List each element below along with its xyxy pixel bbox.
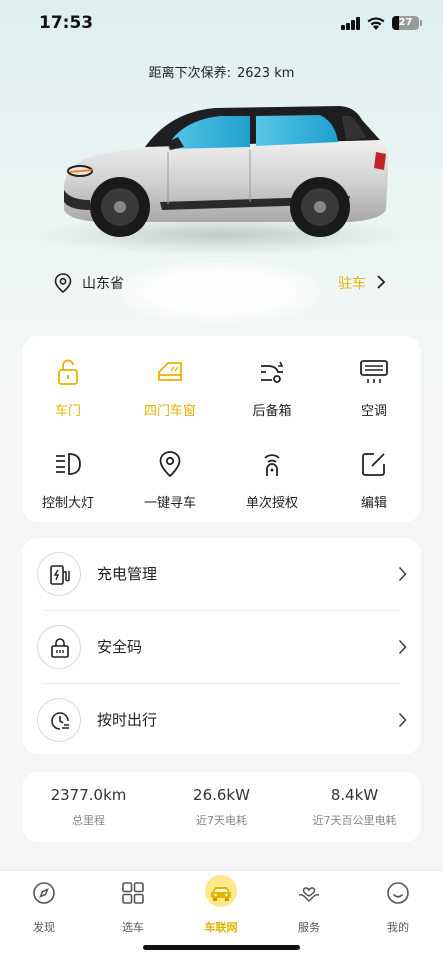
maintenance-label: 距离下次保养: [148,66,231,81]
parking-action[interactable]: 驻车 [338,273,366,293]
control-trunk[interactable]: 后备箱 [226,358,318,430]
stat-value: 2377.0km [50,786,127,804]
tab-mine[interactable]: 我的 [358,881,438,937]
tab-label: 发现 [33,921,55,934]
menu-item-scheduled-trip[interactable]: 按时出行 [22,684,421,756]
menu-icon-circle [37,625,81,669]
chevron-right-icon [377,275,386,289]
headlight-icon [56,453,81,475]
cellular-signal-icon [341,17,361,30]
charging-station-icon [50,565,70,585]
menu-icon-circle [37,552,81,596]
control-authorize[interactable]: 单次授权 [226,450,318,522]
car-window-icon [158,362,182,381]
unlock-icon [58,359,78,385]
stat-value: 26.6kW [193,786,250,804]
wifi-icon [367,17,385,30]
control-door-label: 车门 [54,404,81,419]
home-indicator[interactable] [143,945,300,950]
control-door[interactable]: 车门 [22,358,114,430]
status-bar: 17:53 27 [0,0,443,50]
menu-icon-circle [37,698,81,742]
control-trunk-label: 后备箱 [252,404,292,419]
stat-value: 8.4kW [330,786,379,804]
services-menu-card: 充电管理 安全码 按时出行 [22,538,421,754]
tab-label: 选车 [122,921,144,934]
tab-label: 服务 [298,921,320,934]
grid-icon [122,882,144,904]
control-authorize-label: 单次授权 [245,496,298,511]
tab-choose-car[interactable]: 选车 [93,881,173,937]
vehicle-controls-card: 车门 四门车窗 后备箱 空调 控制大灯 一键寻车 单次授权 编辑 [22,336,421,522]
control-edit[interactable]: 编辑 [328,450,420,522]
trunk-icon [261,361,284,383]
lock-code-icon [51,638,69,658]
service-heart-icon [298,887,320,903]
location-pin-icon [54,273,72,293]
menu-item-security-code[interactable]: 安全码 [22,611,421,683]
menu-label-charging: 充电管理 [97,565,158,583]
battery-icon: 27 [392,16,419,30]
compass-icon [33,882,55,904]
status-time: 17:53 [39,13,94,33]
tab-label: 车联网 [204,921,238,934]
stat-weekly-consumption: 26.6kW 近7天电耗 [155,786,288,828]
location-pin-icon [159,451,181,478]
smile-icon [387,882,409,904]
tab-connected-car[interactable]: 车联网 [181,875,261,937]
scheduled-trip-icon [51,712,69,730]
stat-label: 近7天电耗 [196,814,247,827]
redaction-smudge [120,262,320,322]
edit-icon [362,453,385,476]
control-windows[interactable]: 四门车窗 [124,358,216,430]
control-ac-label: 空调 [360,404,387,419]
stat-label: 近7天百公里电耗 [312,814,397,827]
stat-label: 总里程 [72,814,105,827]
control-find-car-label: 一键寻车 [143,496,196,511]
battery-cap [420,20,422,26]
air-conditioner-icon [360,360,388,383]
menu-label-scheduled-trip: 按时出行 [97,711,158,729]
maintenance-value: 2623 km [236,66,295,81]
key-auth-icon [264,454,280,476]
tab-service[interactable]: 服务 [269,881,349,937]
battery-percent: 27 [398,17,413,28]
menu-item-charging[interactable]: 充电管理 [22,538,421,610]
tab-discover[interactable]: 发现 [4,881,84,937]
tab-label: 我的 [387,921,409,934]
location-address: 山东省 [82,276,124,292]
car-icon [211,887,231,901]
control-headlights[interactable]: 控制大灯 [22,450,114,522]
stat-weekly-per-100km: 8.4kW 近7天百公里电耗 [288,786,421,828]
vehicle-stats-card: 2377.0km 总里程 26.6kW 近7天电耗 8.4kW 近7天百公里电耗 [22,772,421,842]
control-ac[interactable]: 空调 [328,358,420,430]
chevron-right-icon [398,712,407,728]
control-find-car[interactable]: 一键寻车 [124,450,216,522]
control-windows-label: 四门车窗 [143,404,196,419]
stat-total-mileage: 2377.0km 总里程 [22,786,155,828]
control-headlights-label: 控制大灯 [41,496,94,511]
menu-label-security-code: 安全码 [97,638,143,656]
maintenance-info: 距离下次保养: 2623 km [0,62,443,81]
chevron-right-icon [398,566,407,582]
chevron-right-icon [398,639,407,655]
car-image[interactable] [50,92,400,257]
control-edit-label: 编辑 [360,496,387,511]
